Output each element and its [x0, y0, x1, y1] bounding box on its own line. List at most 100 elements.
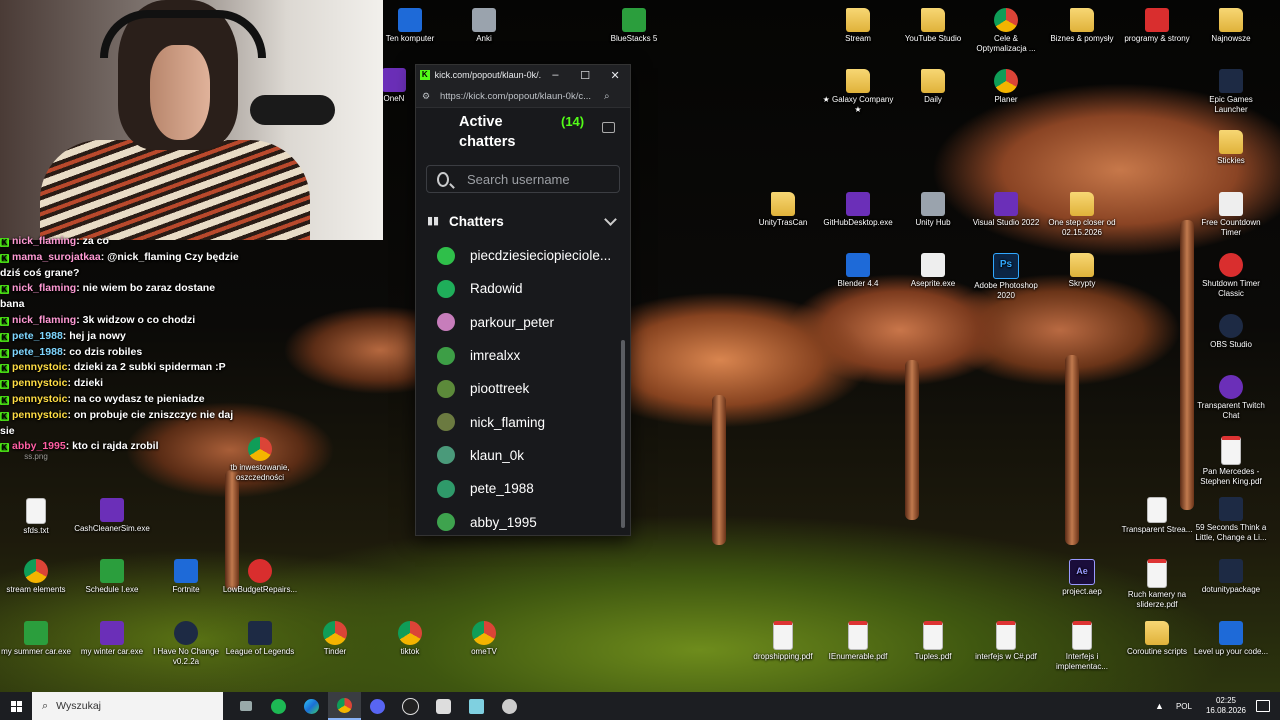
desktop-icon[interactable]: Aseprite.exe — [895, 253, 971, 289]
desktop-icon[interactable]: Anki — [446, 8, 522, 44]
desktop-icon[interactable]: interfejs w C#.pdf — [968, 621, 1044, 662]
desktop-icon[interactable]: dotunitypackage — [1193, 559, 1269, 595]
chatter-row[interactable]: piecdziesieciopieciole... — [416, 239, 630, 272]
pdf-icon — [773, 621, 793, 650]
desktop-icon[interactable]: Free Countdown Timer — [1193, 192, 1269, 238]
desktop-icon[interactable]: One step closer od 02.15.2026 — [1044, 192, 1120, 238]
desktop-icon[interactable]: Shutdown Timer Classic — [1193, 253, 1269, 299]
url-text[interactable]: https://kick.com/popout/klaun-0k/c... — [440, 91, 600, 102]
taskbar-app-misc[interactable] — [493, 692, 526, 720]
photoshop-icon: Ps — [993, 253, 1019, 279]
bluestacks-icon — [622, 8, 646, 32]
desktop-icon[interactable]: ★ Galaxy Company ★ — [820, 69, 896, 115]
task-view-button[interactable] — [229, 692, 262, 720]
desktop-icon[interactable]: tiktok — [372, 621, 448, 657]
desktop-icon[interactable]: Planer — [968, 69, 1044, 105]
taskbar-app-obs[interactable] — [394, 692, 427, 720]
address-bar[interactable]: ⚙ https://kick.com/popout/klaun-0k/c... … — [416, 85, 630, 108]
taskbar-search[interactable]: ⌕ — [32, 692, 223, 720]
desktop-icon[interactable]: Stream — [820, 8, 896, 44]
desktop-icon[interactable]: Unity Hub — [895, 192, 971, 228]
chatter-row[interactable]: abby_1995 — [416, 505, 630, 538]
desktop-icon[interactable]: omeTV — [446, 621, 522, 657]
tray-overflow-chevron-icon[interactable]: ▲ — [1155, 701, 1164, 711]
spotify-icon — [271, 698, 286, 714]
desktop-icon[interactable]: 59 Seconds Think a Little, Change a Li..… — [1193, 497, 1269, 543]
desktop-icon[interactable]: Level up your code... — [1193, 621, 1269, 657]
desktop-icon[interactable]: GitHubDesktop.exe — [820, 192, 896, 228]
desktop-icon[interactable]: my summer car.exe — [0, 621, 72, 657]
chatters-scrollbar[interactable] — [621, 340, 625, 528]
desktop-icon[interactable]: Epic Games Launcher — [1193, 69, 1269, 115]
desktop-icon[interactable]: Coroutine scripts — [1119, 621, 1195, 657]
language-indicator[interactable]: POL — [1176, 702, 1192, 711]
close-button[interactable]: ✕ — [600, 69, 630, 82]
clock[interactable]: 02:25 16.08.2026 — [1206, 696, 1246, 716]
desktop-icon[interactable]: I Have No Change v0.2.2a — [148, 621, 224, 667]
username-search-input[interactable] — [465, 170, 619, 188]
desktop-icon[interactable]: Ten komputer — [372, 8, 448, 44]
desktop-icon[interactable]: Blender 4.4 — [820, 253, 896, 289]
chatter-row[interactable]: Radowid — [416, 272, 630, 305]
desktop-icon[interactable]: programy & strony — [1119, 8, 1195, 44]
desktop-icon[interactable]: Skrypty — [1044, 253, 1120, 289]
start-button[interactable] — [0, 692, 32, 720]
notification-center-icon[interactable] — [1256, 700, 1270, 712]
desktop-icon[interactable]: Ruch kamery na sliderze.pdf — [1119, 559, 1195, 610]
desktop-icon[interactable]: Schedule I.exe — [74, 559, 150, 595]
desktop-icon[interactable]: Najnowsze — [1193, 8, 1269, 44]
desktop-icon[interactable]: stream elements — [0, 559, 72, 595]
desktop-icon[interactable]: Tuples.pdf — [895, 621, 971, 662]
username-search-box[interactable] — [426, 165, 620, 193]
desktop-icon[interactable]: UnityTrasCan — [745, 192, 821, 228]
chatter-row[interactable]: pete_1988 — [416, 472, 630, 505]
taskbar-app-edge[interactable] — [295, 692, 328, 720]
desktop-icon[interactable]: sfds.txt — [0, 498, 72, 536]
desktop-icon[interactable]: Visual Studio 2022 — [968, 192, 1044, 228]
desktop-icon[interactable]: Biznes & pomysły — [1044, 8, 1120, 44]
desktop-icon[interactable]: Tinder — [297, 621, 373, 657]
desktop-icon[interactable]: Daily — [895, 69, 971, 105]
desktop-icon[interactable]: OBS Studio — [1193, 314, 1269, 350]
desktop-icon[interactable]: League of Legends — [222, 621, 298, 657]
anki-icon — [472, 8, 496, 32]
site-settings-icon[interactable]: ⚙ — [422, 91, 436, 102]
desktop-icon[interactable]: IEnumerable.pdf — [820, 621, 896, 662]
chatter-name: Radowid — [470, 281, 523, 297]
desktop-icon[interactable]: Pan Mercedes - Stephen King.pdf — [1193, 436, 1269, 487]
desktop-icon[interactable]: Interfejs i implementac... — [1044, 621, 1120, 672]
zoom-icon[interactable]: ⌕ — [604, 91, 610, 102]
desktop-icon[interactable]: Transparent Strea... — [1119, 497, 1195, 535]
maximize-button[interactable]: ☐ — [570, 69, 600, 82]
desktop-icon[interactable]: dropshipping.pdf — [745, 621, 821, 662]
desktop-icon[interactable]: LowBudgetRepairs... — [222, 559, 298, 595]
chevron-down-icon[interactable] — [604, 212, 617, 226]
folder-icon — [1070, 253, 1094, 277]
desktop-icon[interactable]: Ae project.aep — [1044, 559, 1120, 597]
desktop-icon[interactable]: my winter car.exe — [74, 621, 150, 657]
desktop-icon[interactable]: CashCleanerSim.exe — [74, 498, 150, 534]
taskbar-app-discord[interactable] — [361, 692, 394, 720]
game-icon — [100, 621, 124, 645]
taskbar-app-game[interactable] — [427, 692, 460, 720]
desktop-icon[interactable]: Transparent Twitch Chat — [1193, 375, 1269, 421]
desktop-icon[interactable]: Cele & Optymalizacja ... — [968, 8, 1044, 54]
taskbar-app-stickies[interactable] — [460, 692, 493, 720]
chatter-row[interactable]: imrealxx — [416, 339, 630, 372]
chat-popout-icon[interactable] — [602, 122, 615, 133]
minimize-button[interactable]: – — [541, 69, 571, 81]
taskbar-app-spotify[interactable] — [262, 692, 295, 720]
window-titlebar[interactable]: K kick.com/popout/klaun-0k/... – ☐ ✕ — [416, 65, 630, 85]
chatter-row[interactable]: nick_flaming — [416, 405, 630, 438]
taskbar-search-input[interactable] — [54, 699, 209, 713]
chatters-section-toggle[interactable]: ▮▮ Chatters — [416, 211, 630, 231]
chatter-row[interactable]: klaun_0k — [416, 439, 630, 472]
desktop-icon[interactable]: YouTube Studio — [895, 8, 971, 44]
chatter-row[interactable]: parkour_peter — [416, 306, 630, 339]
desktop-icon[interactable]: BlueStacks 5 — [596, 8, 672, 44]
taskbar-app-chrome[interactable] — [328, 692, 361, 720]
desktop-icon[interactable]: Fortnite — [148, 559, 224, 595]
desktop-icon[interactable]: Ps Adobe Photoshop 2020 — [968, 253, 1044, 301]
desktop-icon[interactable]: Stickies — [1193, 130, 1269, 166]
chatter-row[interactable]: pioottreek — [416, 372, 630, 405]
